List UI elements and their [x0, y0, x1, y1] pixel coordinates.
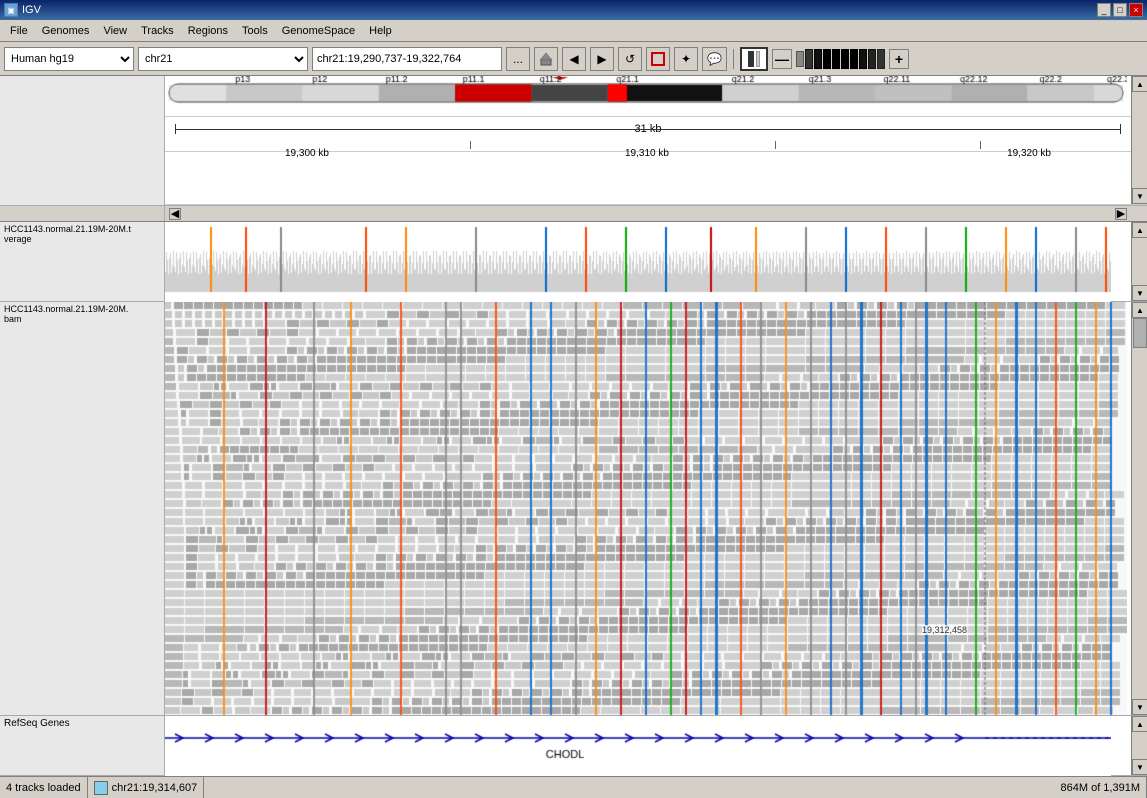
- reads-label: HCC1143.normal.21.19M-20M. bam: [0, 302, 165, 715]
- reads-scroll-up[interactable]: ▲: [1132, 302, 1147, 318]
- nav-forward-button[interactable]: ▶: [590, 47, 614, 71]
- menu-view[interactable]: View: [97, 23, 133, 39]
- status-position: chr21:19,314,607: [112, 782, 198, 794]
- coverage-canvas[interactable]: [0 - 107] ▲ ▼: [165, 222, 1147, 301]
- coverage-chart[interactable]: [165, 222, 1111, 302]
- reads-canvas[interactable]: [165, 302, 1127, 715]
- refseq-label: RefSeq Genes: [0, 716, 165, 775]
- app-icon: ▣: [4, 3, 18, 17]
- main-content: ▲ ▼ 31 kb 19,300 kb 19,310 kb 19,320 kb: [0, 76, 1147, 776]
- window-controls[interactable]: _ □ ×: [1097, 3, 1143, 17]
- zoom-minus-button[interactable]: —: [772, 49, 792, 69]
- minimize-button[interactable]: _: [1097, 3, 1111, 17]
- status-color-indicator: chr21:19,314,607: [88, 777, 205, 798]
- refseq-scrollbar[interactable]: ▲ ▼: [1131, 716, 1147, 775]
- cov-scroll-up[interactable]: ▲: [1132, 222, 1147, 238]
- refresh-button[interactable]: ↺: [618, 47, 642, 71]
- reads-scrollbar-v[interactable]: ▲ ▼: [1131, 302, 1147, 715]
- tooltip-button[interactable]: 💬: [702, 47, 727, 71]
- h-scrollbar-ideogram[interactable]: ◀ ▶: [0, 206, 1147, 222]
- ideogram-canvas: ▲ ▼ 31 kb 19,300 kb 19,310 kb 19,320 kb: [165, 76, 1147, 205]
- distance-ruler: 31 kb: [165, 116, 1131, 141]
- chromosome-ideogram[interactable]: [165, 76, 1127, 116]
- scroll-up-btn[interactable]: ▲: [1132, 76, 1147, 92]
- region-button[interactable]: [646, 47, 670, 71]
- coverage-track-name: HCC1143.normal.21.19M-20M.t verage: [4, 224, 131, 244]
- status-tracks-loaded: 4 tracks loaded: [0, 777, 88, 798]
- toolbar: Human hg19 chr21 ... ◀ ▶ ↺ ✦ 💬 —: [0, 42, 1147, 76]
- refseq-track-name: RefSeq Genes: [4, 718, 70, 729]
- status-memory-text: 864M of 1,391M: [1061, 782, 1141, 794]
- genome-selector[interactable]: Human hg19: [4, 47, 134, 71]
- refseq-scroll-down[interactable]: ▼: [1132, 759, 1147, 775]
- title-bar: ▣ IGV _ □ ×: [0, 0, 1147, 20]
- menu-bar: File Genomes View Tracks Regions Tools G…: [0, 20, 1147, 42]
- menu-tools[interactable]: Tools: [236, 23, 274, 39]
- menu-tracks[interactable]: Tracks: [135, 23, 180, 39]
- h-scroll-right[interactable]: ▶: [1115, 208, 1127, 220]
- ruler-pos-3: 19,320 kb: [1007, 148, 1051, 159]
- reads-canvas-container[interactable]: 19,312,458 ▲ ▼: [165, 302, 1147, 715]
- base-ruler: 19,300 kb 19,310 kb 19,320 kb: [165, 141, 1131, 166]
- h-scroll-left[interactable]: ◀: [169, 208, 181, 220]
- refseq-chart[interactable]: [165, 716, 1111, 776]
- chromosome-selector[interactable]: chr21: [138, 47, 308, 71]
- maximize-button[interactable]: □: [1113, 3, 1127, 17]
- menu-file[interactable]: File: [4, 23, 34, 39]
- position-marker: 19,312,458: [922, 625, 967, 635]
- home-button[interactable]: [534, 47, 558, 71]
- cov-scroll-down[interactable]: ▼: [1132, 285, 1147, 301]
- toolbar-sep-1: [733, 49, 734, 69]
- reads-scroll-thumb[interactable]: [1133, 318, 1147, 348]
- ellipsis-button[interactable]: ...: [506, 47, 530, 71]
- color-indicator-box: [94, 781, 108, 795]
- locus-input[interactable]: [312, 47, 502, 71]
- ruler-pos-1: 19,300 kb: [285, 148, 329, 159]
- reads-panel: HCC1143.normal.21.19M-20M. bam 19,312,45…: [0, 302, 1147, 716]
- coverage-panel: HCC1143.normal.21.19M-20M.t verage [0 - …: [0, 222, 1147, 302]
- app-title: IGV: [22, 4, 41, 16]
- ideogram-scrollbar-v[interactable]: ▲ ▼: [1131, 76, 1147, 204]
- refseq-scroll-up[interactable]: ▲: [1132, 716, 1147, 732]
- coverage-label: HCC1143.normal.21.19M-20M.t verage: [0, 222, 165, 301]
- menu-help[interactable]: Help: [363, 23, 398, 39]
- reads-scroll-down[interactable]: ▼: [1132, 699, 1147, 715]
- scroll-down-btn[interactable]: ▼: [1132, 188, 1147, 204]
- nav-back-button[interactable]: ◀: [562, 47, 586, 71]
- refseq-canvas[interactable]: ▲ ▼: [165, 716, 1147, 775]
- menu-genomes[interactable]: Genomes: [36, 23, 96, 39]
- menu-genomespace[interactable]: GenomeSpace: [276, 23, 361, 39]
- status-memory: 864M of 1,391M: [1055, 777, 1147, 798]
- settings-button[interactable]: ✦: [674, 47, 698, 71]
- close-button[interactable]: ×: [1129, 3, 1143, 17]
- ruler-pos-2: 19,310 kb: [625, 148, 669, 159]
- refseq-panel: RefSeq Genes ▲ ▼: [0, 716, 1147, 776]
- zoom-slider[interactable]: [796, 49, 885, 69]
- reads-track-name: HCC1143.normal.21.19M-20M. bam: [4, 304, 128, 324]
- status-bar: 4 tracks loaded chr21:19,314,607 864M of…: [0, 776, 1147, 798]
- track-panel-button[interactable]: [740, 47, 768, 71]
- coverage-scrollbar[interactable]: ▲ ▼: [1131, 222, 1147, 301]
- menu-regions[interactable]: Regions: [182, 23, 234, 39]
- zoom-plus-button[interactable]: +: [889, 49, 909, 69]
- genome-ideogram-panel: ▲ ▼ 31 kb 19,300 kb 19,310 kb 19,320 kb: [0, 76, 1147, 206]
- ideogram-label: [0, 76, 165, 205]
